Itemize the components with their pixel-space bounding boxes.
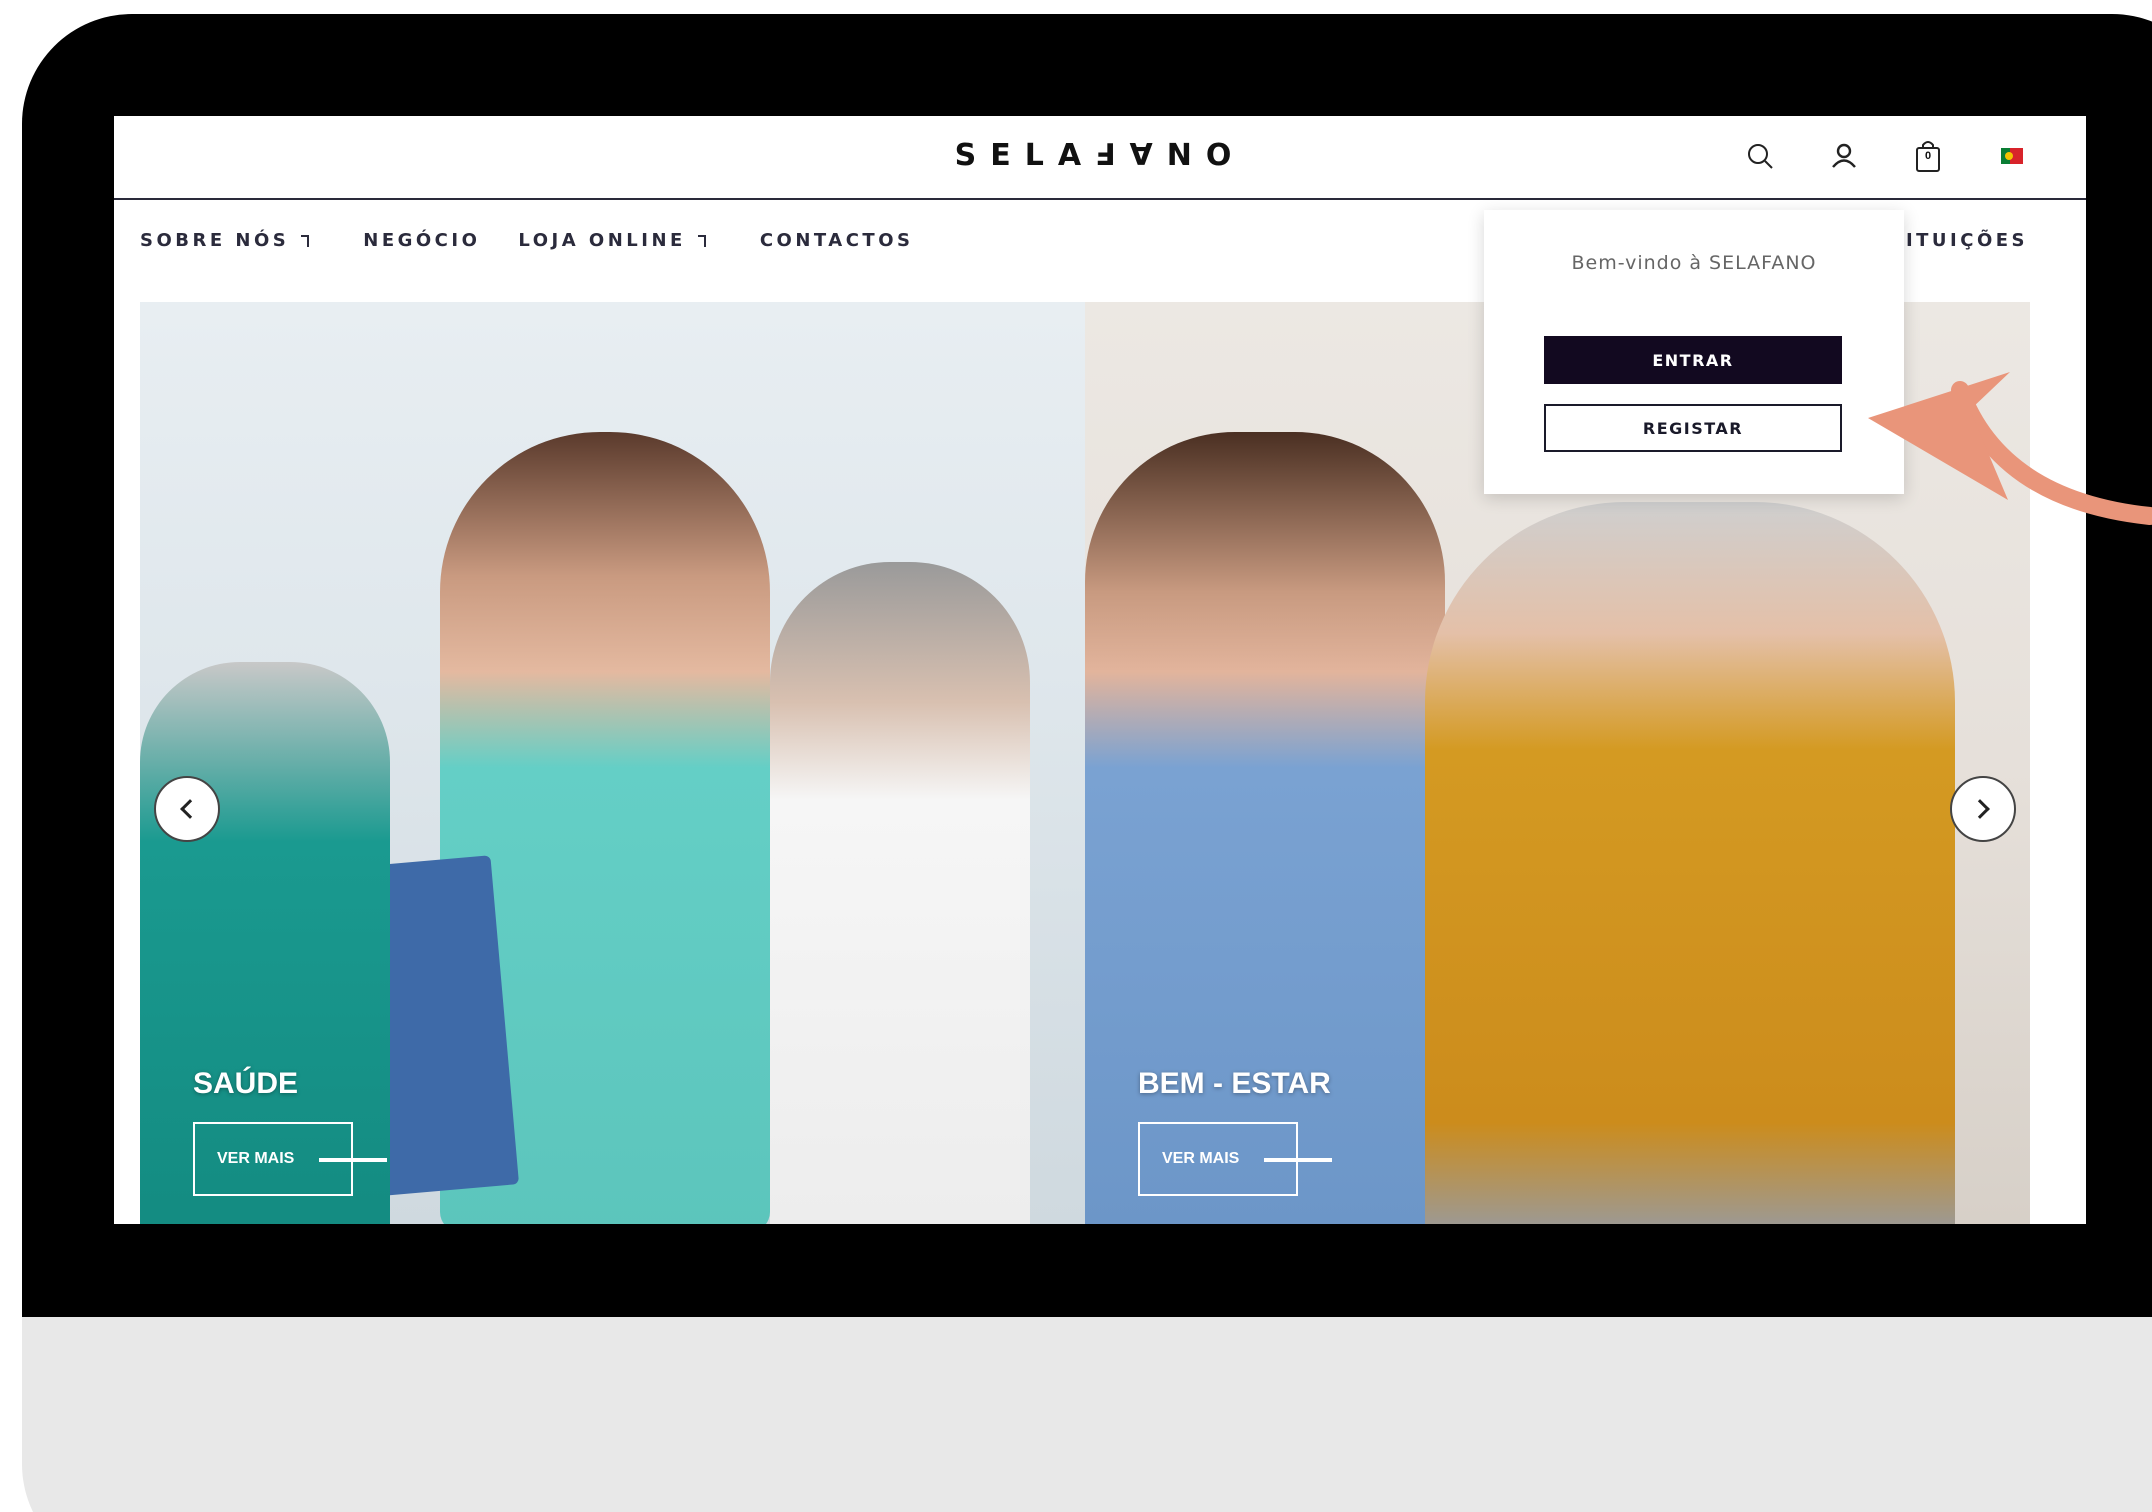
elderly-woman-figure [1425,502,1955,1224]
header-icons: 0 [1742,136,2030,176]
shopping-bag-icon[interactable]: 0 [1910,136,1946,176]
panel-caption-bem-estar: BEM - ESTAR [1138,1067,1331,1100]
ver-mais-saude-button[interactable]: VER MAIS [193,1122,387,1196]
chevron-right-icon [1970,799,1990,819]
cart-count: 0 [1924,150,1932,162]
ver-mais-bem-estar-button[interactable]: VER MAIS [1138,1122,1332,1196]
site-header: SELAℲ∀NO 0 [114,116,2086,200]
welcome-text: Bem-vindo à SELAFANO [1571,252,1817,274]
user-icon[interactable] [1826,136,1862,176]
main-nav: SOBRE NÓS NEGÓCIO LOJA ONLINE CONTACTOS [140,230,913,251]
portugal-flag-icon[interactable] [1994,136,2030,176]
nav-item-negocio[interactable]: NEGÓCIO [363,230,480,251]
nav-item-sobre-nos[interactable]: SOBRE NÓS [140,230,310,251]
submenu-indicator-icon [301,235,310,247]
nav-item-contactos[interactable]: CONTACTOS [760,230,914,251]
carousel-prev-button[interactable] [154,776,220,842]
account-dropdown: Bem-vindo à SELAFANO ENTRAR REGISTAR [1484,210,1904,494]
browser-screen: SELAℲ∀NO 0 SOBRE NÓS NEGÓCIO LOJA ONLINE… [114,116,2086,1224]
hero-panel-saude[interactable]: SAÚDE VER MAIS [140,302,1085,1224]
nav-item-loja-online[interactable]: LOJA ONLINE [518,230,706,251]
chevron-left-icon [180,799,200,819]
caregiver-figure [1085,432,1445,1224]
submenu-indicator-icon [697,235,706,247]
doctor-figure [770,562,1030,1224]
monitor-frame: SELAℲ∀NO 0 SOBRE NÓS NEGÓCIO LOJA ONLINE… [22,14,2152,1512]
register-button[interactable]: REGISTAR [1544,404,1842,452]
panel-caption-saude: SAÚDE [193,1067,299,1100]
login-button[interactable]: ENTRAR [1544,336,1842,384]
search-icon[interactable] [1742,136,1778,176]
annotation-arrow-icon [1868,372,2152,525]
carousel-next-button[interactable] [1950,776,2016,842]
